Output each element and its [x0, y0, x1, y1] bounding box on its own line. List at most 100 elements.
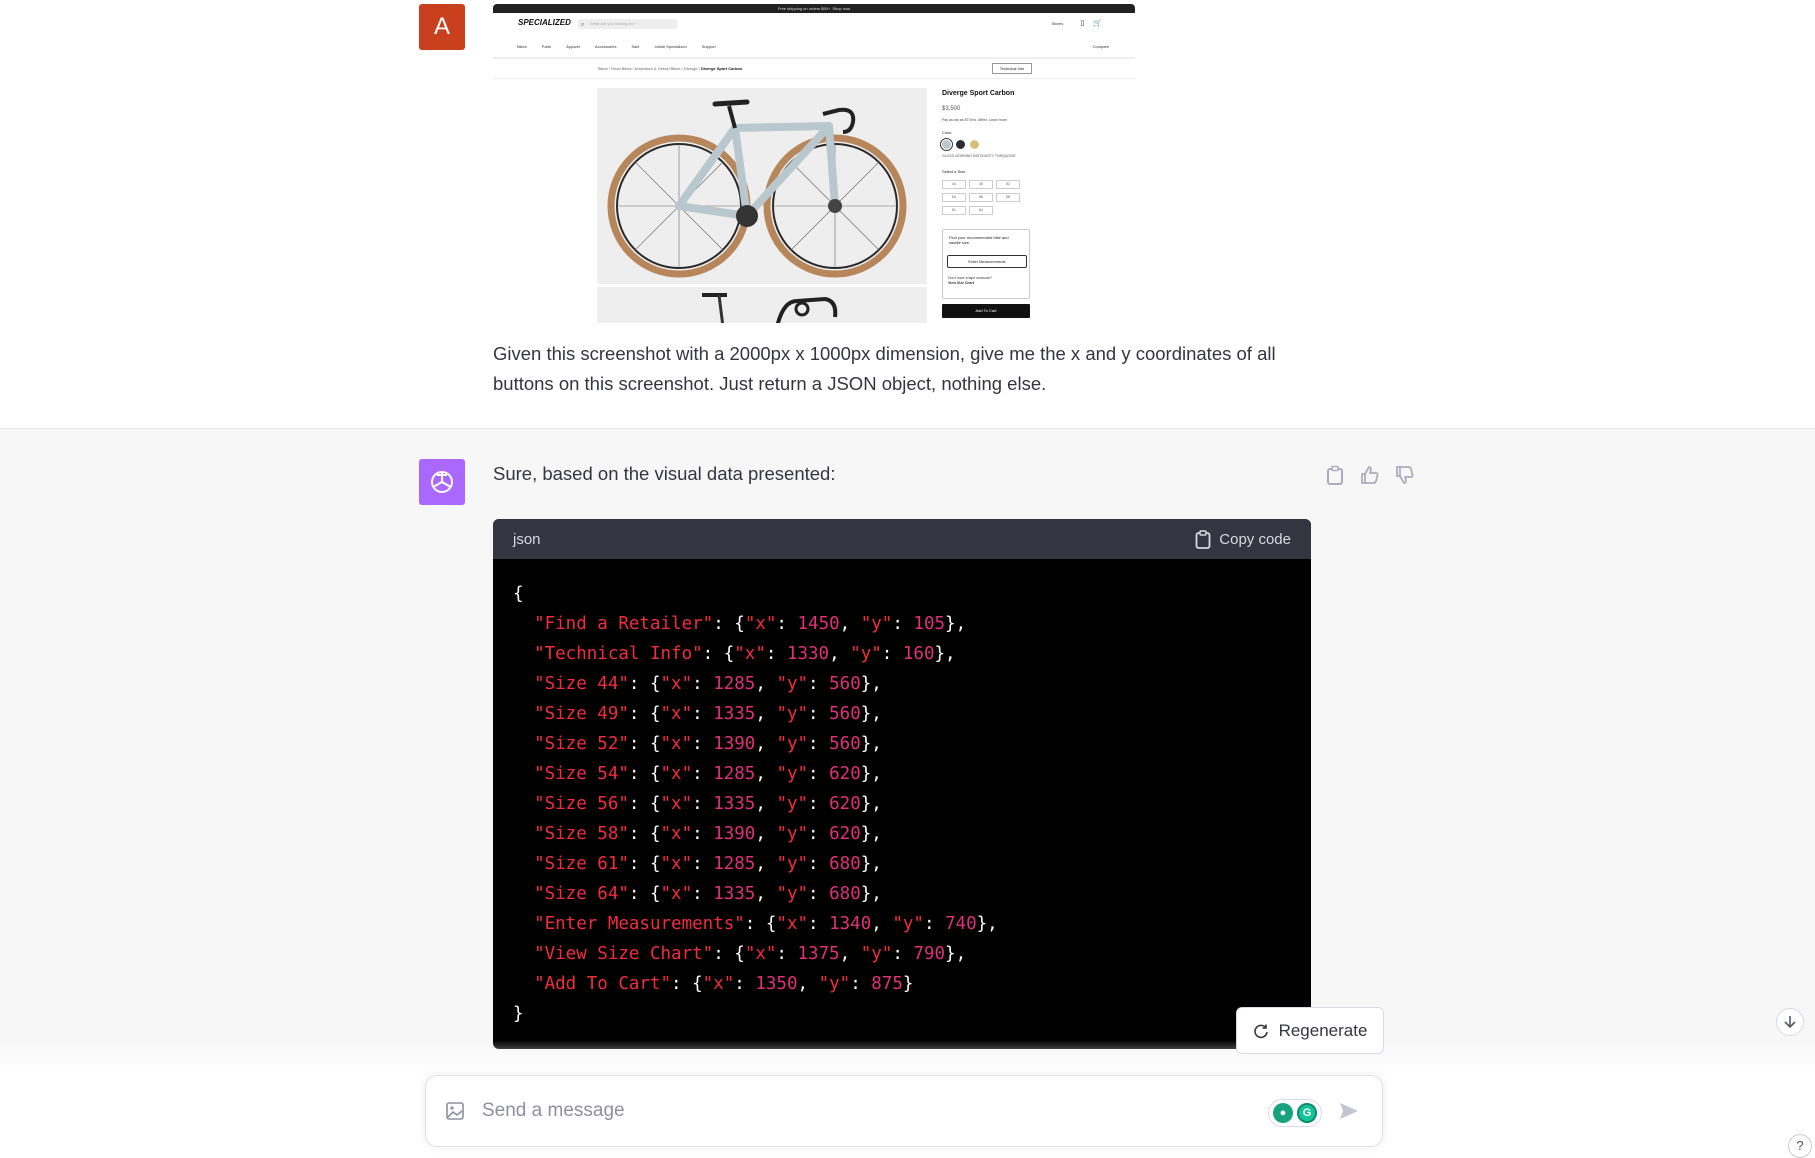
color-name: GLOSS MORNING MIST/DUSTY TURQUOISE	[942, 154, 1016, 158]
nav-item: Parts	[541, 44, 552, 49]
json-key: "Size 61"	[534, 854, 629, 874]
json-x-value: 1285	[713, 764, 756, 784]
json-y-value: 560	[829, 734, 861, 754]
json-line: "Size 61": {"x": 1285, "y": 680},	[534, 854, 882, 874]
json-line: "Size 49": {"x": 1335, "y": 560},	[534, 704, 882, 724]
size-option: 56	[969, 193, 993, 202]
site-search-placeholder: What are you looking for?	[590, 21, 636, 26]
site-breadcrumb: Bikes / Road Bikes / Adventure & Gravel …	[598, 66, 742, 71]
refresh-icon	[1253, 1024, 1268, 1038]
tape-question: Don't have a tape measure?	[948, 276, 992, 280]
lightbulb-icon[interactable]: ●	[1273, 1103, 1293, 1123]
user-avatar: A	[419, 4, 465, 50]
site-nav: Bikes Parts Apparel Accessories Sale Ins…	[517, 44, 716, 49]
size-option: 64	[969, 206, 993, 215]
search-icon: ⌕	[581, 22, 585, 28]
json-x-value: 1330	[786, 644, 830, 664]
json-y-value: 160	[902, 644, 935, 664]
json-x-value: 1340	[829, 914, 872, 934]
assistant-avatar	[419, 459, 465, 505]
message-actions	[1323, 463, 1416, 486]
json-x-value: 1375	[797, 944, 840, 964]
code-block-header: json Copy code	[493, 519, 1311, 559]
json-key: "View Size Chart"	[534, 944, 714, 964]
json-x-value: 1335	[713, 794, 756, 814]
json-y-value: 790	[913, 944, 946, 964]
arrow-down-icon	[1784, 1016, 1796, 1029]
regenerate-label: Regenerate	[1278, 1020, 1368, 1040]
help-button[interactable]: ?	[1788, 1134, 1812, 1158]
bike-thumbnail	[597, 287, 927, 323]
find-retailer-link: Stores	[1051, 21, 1063, 26]
message-composer[interactable]: Send a message ● G	[425, 1075, 1383, 1147]
json-key: "Size 44"	[534, 674, 629, 694]
json-line: "View Size Chart": {"x": 1375, "y": 790}…	[534, 944, 967, 964]
nav-item: Sale	[631, 44, 640, 49]
bike-product-image	[597, 88, 927, 284]
nav-item: Apparel	[566, 44, 580, 49]
cart-icon: 🛒	[1093, 20, 1111, 27]
regenerate-button[interactable]: Regenerate	[1236, 1007, 1384, 1054]
nav-item: Support	[701, 44, 716, 49]
json-y-value: 680	[829, 854, 861, 874]
color-swatch	[956, 140, 965, 149]
assistant-intro: Sure, based on the visual data presented…	[493, 463, 836, 484]
breadcrumb-path: Bikes / Road Bikes / Adventure & Gravel …	[598, 66, 701, 71]
scroll-down-button[interactable]	[1776, 1008, 1804, 1036]
clipboard-icon[interactable]	[1323, 463, 1346, 486]
json-y-value: 105	[913, 614, 946, 634]
technical-info-button: Technical Info	[992, 63, 1032, 74]
site-search-input: ⌕ What are you looking for?	[578, 19, 677, 29]
promo-banner: Free shipping on orders $50+. Shop now	[493, 4, 1135, 13]
composer-placeholder[interactable]: Send a message	[482, 1100, 625, 1122]
grammarly-icon[interactable]: G	[1297, 1103, 1317, 1123]
json-line: "Size 56": {"x": 1335, "y": 620},	[534, 794, 882, 814]
add-to-cart-button: Add To Cart	[942, 304, 1030, 318]
copy-code-button[interactable]: Copy code	[1195, 529, 1291, 549]
json-line: "Find a Retailer": {"x": 1450, "y": 105}…	[534, 614, 967, 634]
json-line: "Enter Measurements": {"x": 1340, "y": 7…	[534, 914, 998, 934]
nav-item: Inside Specialized	[654, 44, 687, 49]
size-option: 58	[996, 193, 1020, 202]
tape-measure-text: Don't have a tape measure? View Size Char…	[948, 276, 992, 286]
json-x-value: 1390	[713, 824, 756, 844]
json-key: "Size 64"	[534, 884, 629, 904]
json-entries: "Find a Retailer": {"x": 1450, "y": 105}…	[513, 614, 998, 994]
size-option: 61	[942, 206, 966, 215]
json-key: "Size 54"	[534, 764, 629, 784]
json-key: "Size 49"	[534, 704, 629, 724]
json-x-value: 1450	[797, 614, 840, 634]
json-y-value: 560	[829, 674, 861, 694]
color-swatch	[970, 140, 979, 149]
attached-screenshot[interactable]: Free shipping on orders $50+. Shop now S…	[493, 4, 1135, 323]
enter-measurements-button: Enter Measurements	[947, 255, 1027, 268]
json-x-value: 1335	[713, 704, 756, 724]
size-option: 44	[942, 180, 966, 189]
json-key: "Size 58"	[534, 824, 629, 844]
thumbs-up-icon[interactable]	[1358, 463, 1381, 486]
code-language: json	[513, 530, 541, 548]
json-key: "Size 52"	[534, 734, 629, 754]
size-option: 49	[969, 180, 993, 189]
thumbs-down-icon[interactable]	[1393, 463, 1416, 486]
json-key: "Size 56"	[534, 794, 629, 814]
json-y-value: 740	[945, 914, 977, 934]
send-icon[interactable]	[1338, 1100, 1360, 1127]
code-block: json Copy code { "Find a Retailer": {"x"…	[493, 519, 1311, 1049]
view-size-chart-link: View Size Chart	[948, 281, 975, 285]
json-line: "Size 54": {"x": 1285, "y": 620},	[534, 764, 882, 784]
json-key: "Add To Cart"	[534, 974, 672, 994]
nav-item: Accessories	[594, 44, 617, 49]
json-x-value: 1285	[713, 674, 756, 694]
json-y-value: 560	[829, 704, 861, 724]
json-line: "Technical Info": {"x": 1330, "y": 160},	[534, 644, 956, 664]
extension-badges[interactable]: ● G	[1268, 1099, 1322, 1127]
size-label: Select a Size	[942, 169, 966, 174]
product-price: $3,500	[942, 106, 961, 112]
user-prompt-text: Given this screenshot with a 2000px x 10…	[493, 343, 1276, 394]
json-y-value: 680	[829, 884, 861, 904]
image-icon[interactable]	[446, 1102, 464, 1125]
clipboard-icon	[1195, 529, 1211, 549]
color-swatch	[942, 140, 951, 149]
json-line: "Size 52": {"x": 1390, "y": 560},	[534, 734, 882, 754]
